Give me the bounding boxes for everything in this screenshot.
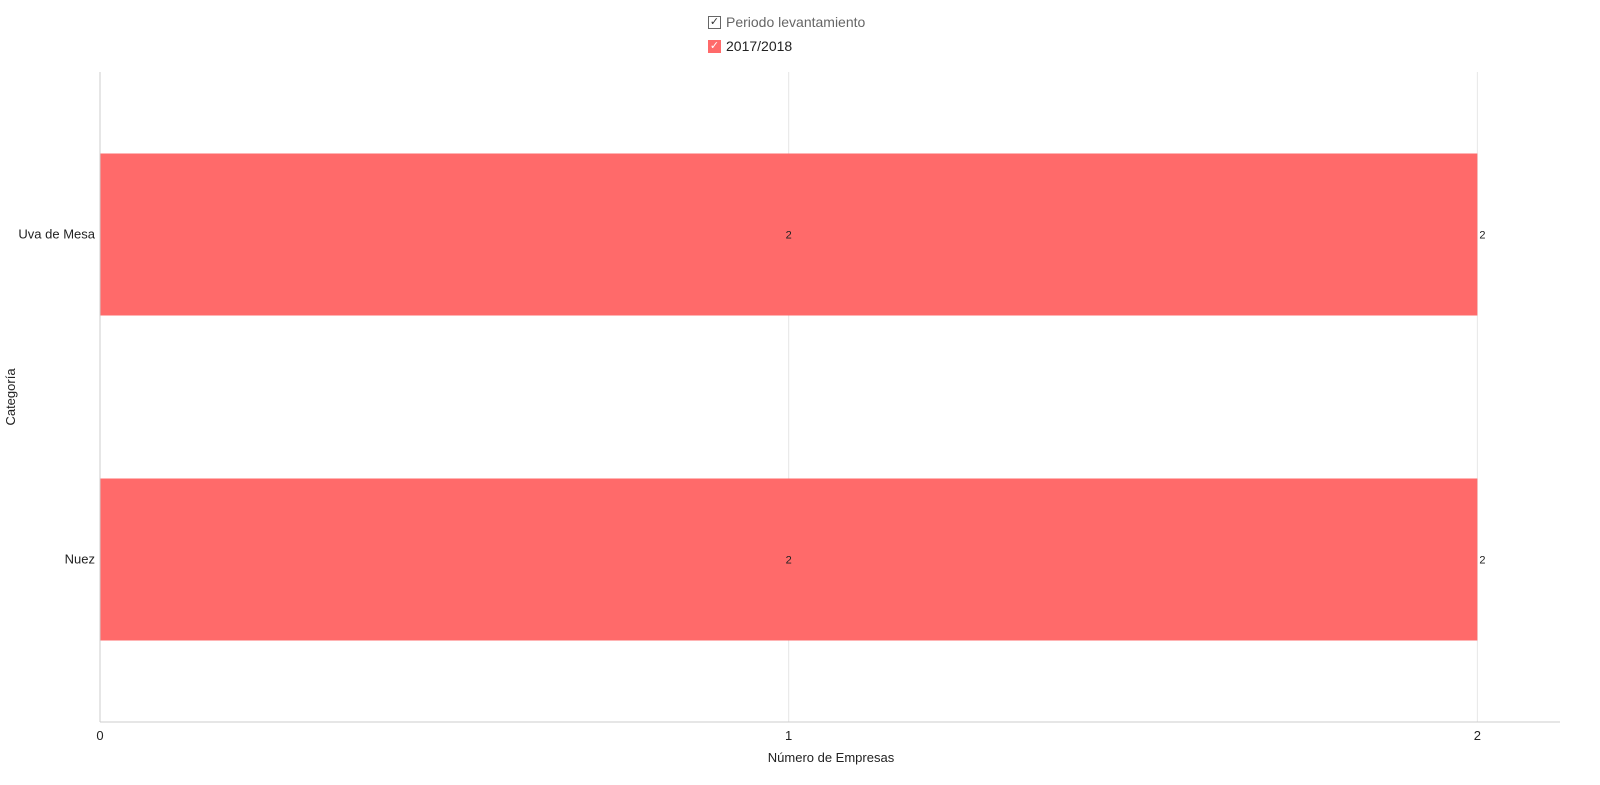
bar-end-label: 2 <box>1479 555 1485 567</box>
y-tick-label: Nuez <box>65 552 95 567</box>
bar-value-label: 2 <box>786 230 792 242</box>
x-axis-title: Número de Empresas <box>768 750 895 765</box>
y-axis-title: Categoría <box>3 368 18 426</box>
x-tick-label: 2 <box>1474 728 1481 743</box>
bar-end-label: 2 <box>1479 230 1485 242</box>
bar-chart: 2 2 2 2 0 1 2 Uva de Mesa Nuez Número de Empres… <box>3 72 1560 765</box>
x-tick-label: 1 <box>785 728 792 743</box>
y-tick-label: Uva de Mesa <box>18 227 95 242</box>
x-tick-label: 0 <box>96 728 103 743</box>
bar-value-label: 2 <box>786 555 792 567</box>
